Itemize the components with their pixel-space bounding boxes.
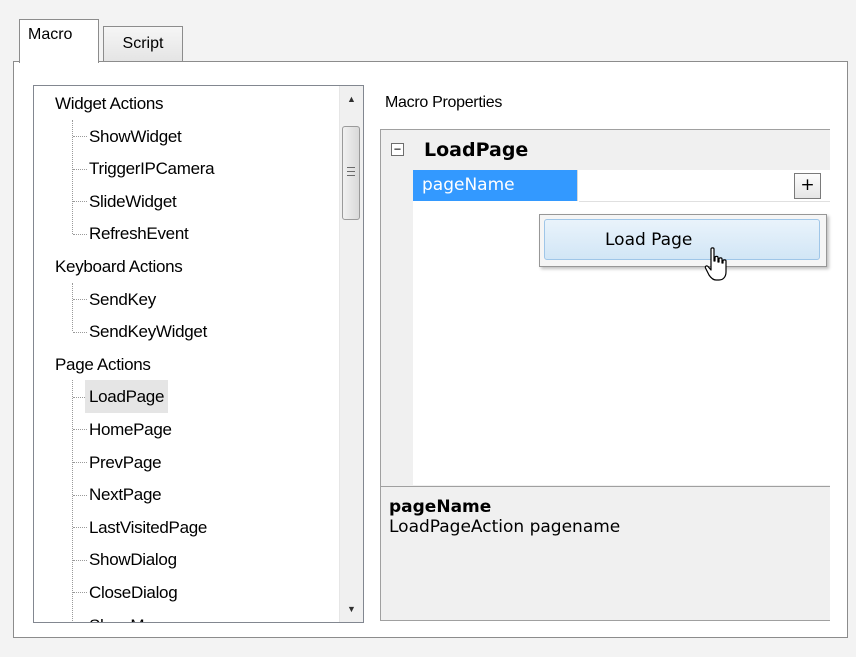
- property-category-title: LoadPage: [424, 139, 529, 161]
- tree-connector: [73, 559, 87, 561]
- action-tree-list: Widget Actions ShowWidget TriggerIPCamera S…: [34, 86, 339, 622]
- property-grid-margin: [381, 168, 413, 486]
- tab-macro[interactable]: Macro: [19, 19, 99, 63]
- tree-connector: [73, 494, 87, 496]
- macro-properties-label: Macro Properties: [385, 94, 503, 111]
- tree-item[interactable]: HomePage: [89, 413, 172, 446]
- property-category-row[interactable]: − LoadPage: [381, 130, 830, 168]
- tree-item[interactable]: ShowDialog: [89, 543, 177, 576]
- property-grid[interactable]: − LoadPage pageName + pageName LoadPageA…: [380, 129, 830, 621]
- tree-connector: [73, 233, 87, 235]
- tree-item[interactable]: CloseDialog: [89, 576, 178, 609]
- macro-editor-window: Macro Script Widget Actions ShowWidget Tri…: [0, 0, 856, 657]
- dropdown-item-label: Load Page: [605, 230, 693, 250]
- property-dropdown-button[interactable]: +: [794, 173, 821, 199]
- tree-category[interactable]: Keyboard Actions: [55, 250, 183, 283]
- property-value-field[interactable]: [579, 170, 830, 202]
- tree-connector: [73, 429, 87, 431]
- tree-connector: [72, 282, 73, 332]
- tree-connector: [72, 380, 73, 622]
- dropdown-item-load-page[interactable]: Load Page: [544, 219, 820, 260]
- tree-item[interactable]: ShowMessage: [89, 609, 198, 622]
- tree-connector: [73, 527, 87, 529]
- tree-item[interactable]: LoadPage: [85, 380, 169, 414]
- tree-item[interactable]: RefreshEvent: [89, 217, 189, 250]
- tree-connector: [73, 298, 87, 300]
- scroll-up-arrow-icon[interactable]: ▲: [340, 86, 363, 112]
- pointer-cursor-icon: [704, 247, 727, 281]
- tree-item[interactable]: TriggerIPCamera: [89, 152, 215, 185]
- tree-connector: [73, 135, 87, 137]
- tree-category[interactable]: Page Actions: [55, 348, 151, 381]
- tree-category[interactable]: Widget Actions: [55, 87, 164, 120]
- property-name-cell[interactable]: pageName: [413, 170, 578, 201]
- tree-item[interactable]: SendKeyWidget: [89, 315, 207, 348]
- tree-connector: [73, 592, 87, 594]
- tree-item[interactable]: NextPage: [89, 478, 162, 511]
- scroll-down-arrow-icon[interactable]: ▼: [340, 596, 363, 622]
- tree-connector: [73, 168, 87, 170]
- help-description: LoadPageAction pagename: [389, 517, 621, 537]
- help-title: pageName: [389, 497, 492, 517]
- tree-connector: [73, 461, 87, 463]
- tree-item[interactable]: ShowWidget: [89, 120, 182, 153]
- tree-connector: [73, 331, 87, 333]
- action-tree[interactable]: Widget Actions ShowWidget TriggerIPCamera S…: [33, 85, 364, 623]
- tree-scrollbar[interactable]: ▲ ▼: [339, 86, 363, 622]
- tab-script-label: Script: [122, 35, 164, 52]
- property-help-pane: pageName LoadPageAction pagename: [381, 486, 830, 620]
- scrollbar-grip-icon: [347, 167, 355, 179]
- tree-item[interactable]: PrevPage: [89, 446, 162, 479]
- tab-script[interactable]: Script: [103, 26, 183, 62]
- tree-connector: [73, 201, 87, 203]
- tab-macro-label: Macro: [28, 26, 73, 43]
- tree-item[interactable]: SlideWidget: [89, 185, 177, 218]
- scrollbar-thumb[interactable]: [342, 126, 360, 220]
- collapse-minus-icon[interactable]: −: [391, 143, 404, 156]
- tree-item[interactable]: SendKey: [89, 283, 156, 316]
- tree-connector: [72, 119, 73, 234]
- tree-item[interactable]: LastVisitedPage: [89, 511, 207, 544]
- dropdown-menu: Load Page: [539, 214, 827, 267]
